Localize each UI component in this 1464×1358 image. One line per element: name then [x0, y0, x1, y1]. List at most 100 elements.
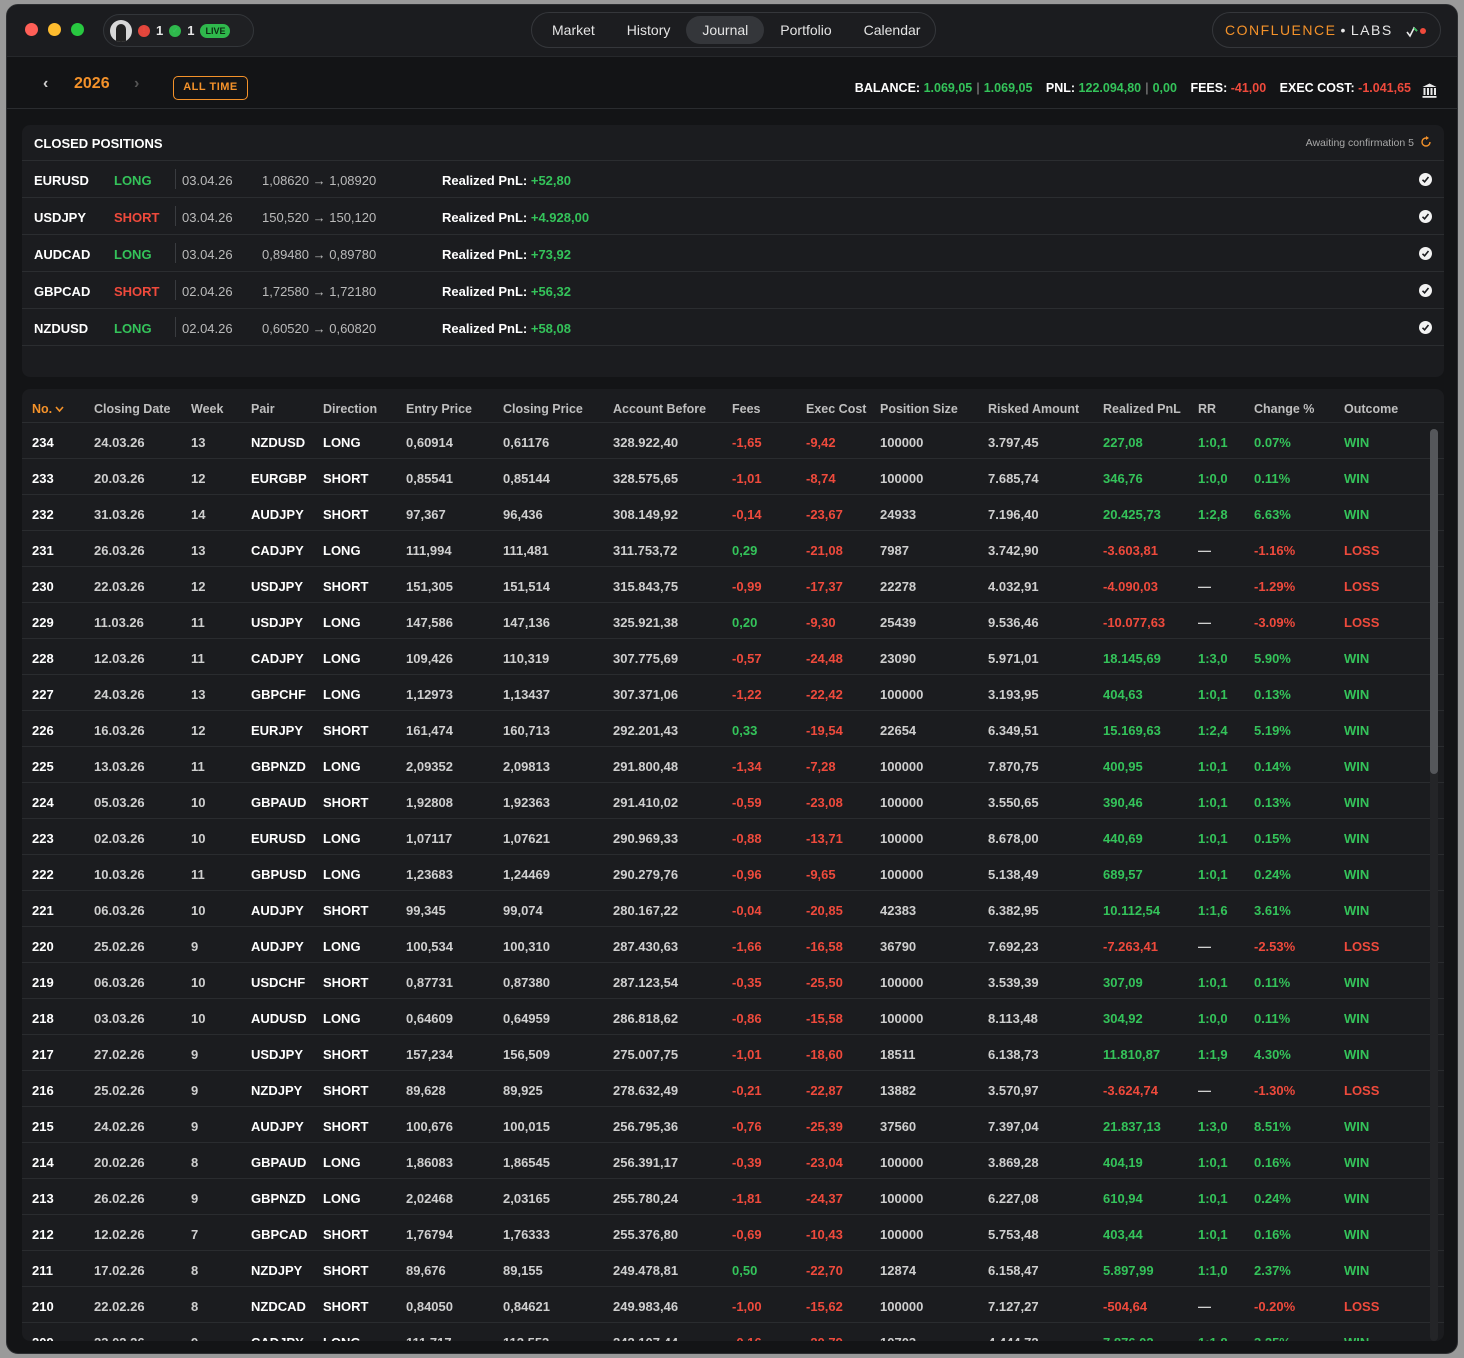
refresh-icon[interactable]: [1420, 136, 1432, 148]
check-circle-icon[interactable]: [1419, 321, 1432, 334]
column-header-account-before[interactable]: Account Before: [613, 402, 706, 416]
column-header-direction[interactable]: Direction: [323, 402, 377, 416]
balance-separator: |: [976, 81, 980, 95]
cell-direction: SHORT: [323, 579, 369, 594]
cell-risked-amount: 8.113,48: [988, 1011, 1038, 1026]
cell-direction: SHORT: [323, 903, 369, 918]
table-row[interactable]: 223 02.03.26 10 EURUSD LONG 1,07117 1,07621 290…: [22, 819, 1444, 855]
scrollbar-thumb[interactable]: [1430, 429, 1438, 774]
table-row[interactable]: 211 17.02.26 8 NZDJPY SHORT 89,676 89,155 249.4…: [22, 1251, 1444, 1287]
table-row[interactable]: 220 25.02.26 9 AUDJPY LONG 100,534 100,310 287.…: [22, 927, 1444, 963]
table-row[interactable]: 222 10.03.26 11 GBPUSD LONG 1,23683 1,24469 290…: [22, 855, 1444, 891]
check-circle-icon[interactable]: [1419, 247, 1432, 260]
check-circle-icon[interactable]: [1419, 284, 1432, 297]
tab-journal[interactable]: Journal: [686, 16, 765, 44]
account-pill[interactable]: ! 1 ✓ 1 LIVE: [103, 14, 254, 47]
cell-change-pct: -1.29%: [1254, 579, 1296, 594]
check-circle-icon[interactable]: [1419, 210, 1432, 223]
cell-exec-cost: -23,04: [806, 1155, 843, 1170]
tab-market[interactable]: Market: [536, 16, 611, 44]
column-header-risked-amount[interactable]: Risked Amount: [988, 402, 1079, 416]
brand-pill[interactable]: CONFLUENCE • LABS: [1212, 12, 1441, 48]
table-row[interactable]: 226 16.03.26 12 EURJPY SHORT 161,474 160,713 29…: [22, 711, 1444, 747]
table-row[interactable]: 225 13.03.26 11 GBPNZD LONG 2,09352 2,09813 291…: [22, 747, 1444, 783]
tab-calendar[interactable]: Calendar: [848, 16, 937, 44]
table-row[interactable]: 215 24.02.26 9 AUDJPY SHORT 100,676 100,015 256…: [22, 1107, 1444, 1143]
bank-icon[interactable]: [1422, 83, 1437, 98]
realized-pnl-label: Realized PnL:: [442, 247, 531, 262]
close-window-button[interactable]: [25, 23, 38, 36]
table-row[interactable]: 227 24.03.26 13 GBPCHF LONG 1,12973 1,13437 307…: [22, 675, 1444, 711]
closed-position-row[interactable]: AUDCAD LONG 03.04.26 0,89480 → 0,89780 Reali…: [22, 235, 1444, 272]
cell-rr: —: [1198, 1299, 1211, 1314]
table-row[interactable]: 217 27.02.26 9 USDJPY SHORT 157,234 156,509 275…: [22, 1035, 1444, 1071]
cell-number: 223: [32, 831, 54, 846]
cell-exec-cost: -22,87: [806, 1083, 843, 1098]
cell-outcome: WIN: [1344, 867, 1370, 882]
table-row[interactable]: 229 11.03.26 11 USDJPY LONG 147,586 147,136 325…: [22, 603, 1444, 639]
cell-week: 11: [191, 615, 205, 630]
table-row[interactable]: 233 20.03.26 12 EURGBP SHORT 0,85541 0,85144 32…: [22, 459, 1444, 495]
tab-history[interactable]: History: [611, 16, 687, 44]
cell-closing-price: 0,87380: [503, 975, 550, 990]
column-header-closing-price[interactable]: Closing Price: [503, 402, 583, 416]
cell-closing-date: 20.03.26: [94, 471, 145, 486]
table-row[interactable]: 209 23.02.26 9 CADJPY LONG 111,717 112,553 242.…: [22, 1323, 1444, 1341]
cell-realized-pnl: 689,57: [1103, 867, 1143, 882]
cell-account-before: 256.391,17: [613, 1155, 679, 1170]
closed-position-row[interactable]: USDJPY SHORT 03.04.26 150,520 → 150,120 Real…: [22, 198, 1444, 235]
column-header-entry-price[interactable]: Entry Price: [406, 402, 472, 416]
column-header-realized-pnl[interactable]: Realized PnL: [1103, 402, 1181, 416]
table-row[interactable]: 219 06.03.26 10 USDCHF SHORT 0,87731 0,87380 28…: [22, 963, 1444, 999]
column-header-closing-date[interactable]: Closing Date: [94, 402, 170, 416]
titlebar: ! 1 ✓ 1 LIVE Market History Journal Port…: [7, 5, 1457, 57]
table-row[interactable]: 232 31.03.26 14 AUDJPY SHORT 97,367 96,436 308.…: [22, 495, 1444, 531]
table-row[interactable]: 228 12.03.26 11 CADJPY LONG 109,426 110,319 307…: [22, 639, 1444, 675]
column-header-position-size[interactable]: Position Size: [880, 402, 958, 416]
zoom-window-button[interactable]: [71, 23, 84, 36]
column-header-week[interactable]: Week: [191, 402, 223, 416]
table-row[interactable]: 210 22.02.26 8 NZDCAD SHORT 0,84050 0,84621 249…: [22, 1287, 1444, 1323]
cell-pair: CADJPY: [251, 651, 304, 666]
closed-position-row[interactable]: GBPCAD SHORT 02.04.26 1,72580 → 1,72180 Real…: [22, 272, 1444, 309]
cell-exec-cost: -13,71: [806, 831, 843, 846]
table-row[interactable]: 230 22.03.26 12 USDJPY SHORT 151,305 151,514 31…: [22, 567, 1444, 603]
cell-position-size: 100000: [880, 1191, 924, 1206]
cell-outcome: WIN: [1344, 1227, 1370, 1242]
cell-pair: AUDJPY: [251, 939, 304, 954]
column-header-rr[interactable]: RR: [1198, 402, 1216, 416]
check-circle-icon[interactable]: [1419, 173, 1432, 186]
table-row[interactable]: 224 05.03.26 10 GBPAUD SHORT 1,92808 1,92363 29…: [22, 783, 1444, 819]
column-header-outcome[interactable]: Outcome: [1344, 402, 1398, 416]
cell-change-pct: 5.90%: [1254, 651, 1291, 666]
cell-rr: 1:2,4: [1198, 723, 1228, 738]
column-header-pair[interactable]: Pair: [251, 402, 275, 416]
cell-week: 9: [191, 939, 199, 954]
closed-position-row[interactable]: NZDUSD LONG 02.04.26 0,60520 → 0,60820 Reali…: [22, 309, 1444, 346]
app-window: ! 1 ✓ 1 LIVE Market History Journal Port…: [6, 4, 1458, 1354]
tab-portfolio[interactable]: Portfolio: [764, 16, 847, 44]
all-time-button[interactable]: ALL TIME: [173, 76, 248, 100]
table-row[interactable]: 234 24.03.26 13 NZDUSD LONG 0,60914 0,61176 328…: [22, 423, 1444, 459]
table-row[interactable]: 216 25.02.26 9 NZDJPY SHORT 89,628 89,925 278.6…: [22, 1071, 1444, 1107]
column-header-number[interactable]: No.: [32, 402, 52, 416]
table-row[interactable]: 214 20.02.26 8 GBPAUD LONG 1,86083 1,86545 256.…: [22, 1143, 1444, 1179]
table-row[interactable]: 213 26.02.26 9 GBPNZD LONG 2,02468 2,03165 255.…: [22, 1179, 1444, 1215]
table-row[interactable]: 221 06.03.26 10 AUDJPY SHORT 99,345 99,074 280.…: [22, 891, 1444, 927]
chevron-down-icon[interactable]: [55, 402, 64, 416]
cell-entry-price: 0,64609: [406, 1011, 453, 1026]
cell-realized-pnl: 11.810,87: [1103, 1047, 1161, 1062]
cell-pair: AUDJPY: [251, 507, 304, 522]
minimize-window-button[interactable]: [48, 23, 61, 36]
column-header-fees[interactable]: Fees: [732, 402, 761, 416]
table-row[interactable]: 231 26.03.26 13 CADJPY LONG 111,994 111,481 311…: [22, 531, 1444, 567]
table-row[interactable]: 218 03.03.26 10 AUDUSD LONG 0,64609 0,64959 286…: [22, 999, 1444, 1035]
chevron-left-icon[interactable]: ‹: [43, 75, 48, 93]
cell-number: 215: [32, 1119, 54, 1134]
vertical-scrollbar[interactable]: [1430, 429, 1438, 1341]
column-header-change-pct[interactable]: Change %: [1254, 402, 1314, 416]
chevron-right-icon[interactable]: ›: [134, 75, 139, 93]
column-header-exec-cost[interactable]: Exec Cost: [806, 402, 866, 416]
closed-position-row[interactable]: EURUSD LONG 03.04.26 1,08620 → 1,08920 Reali…: [22, 161, 1444, 198]
table-row[interactable]: 212 12.02.26 7 GBPCAD SHORT 1,76794 1,76333 255…: [22, 1215, 1444, 1251]
